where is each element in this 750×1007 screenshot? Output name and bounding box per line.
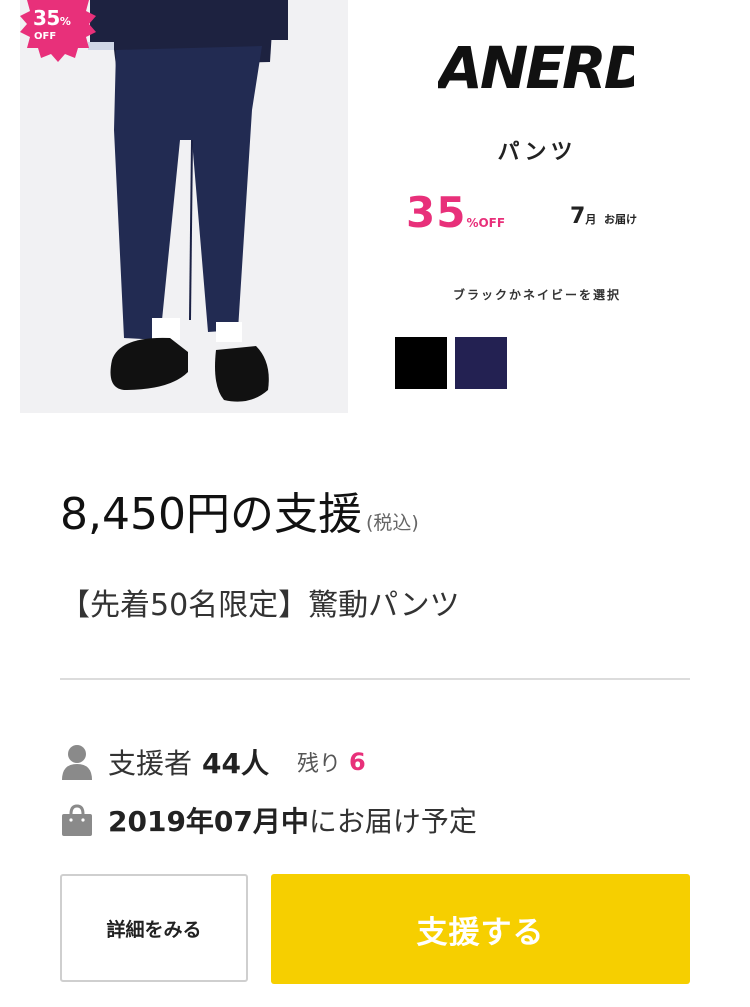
swatch-navy xyxy=(455,337,507,389)
shipping-suffix: にお届け予定 xyxy=(308,805,477,838)
delivery-month-mini: 7月 お届け xyxy=(570,204,637,229)
color-select-prompt: ブラックかネイビーを選択 xyxy=(452,288,621,302)
divider xyxy=(60,678,690,680)
remaining-count: 6 xyxy=(349,748,366,776)
backers-label: 支援者 xyxy=(108,747,193,780)
badge-off-label: OFF xyxy=(34,31,57,42)
product-type-label: パンツ xyxy=(497,140,577,165)
backers-row: 支援者 44人 残り 6 xyxy=(60,742,366,782)
support-button[interactable]: 支援する xyxy=(271,874,690,984)
product-photo: 35% OFF xyxy=(20,0,348,413)
shipping-date: 2019年07月中 xyxy=(108,805,309,838)
svg-text:ANERD: ANERD xyxy=(438,34,634,98)
reward-title: 【先着50名限定】驚動パンツ xyxy=(60,588,460,623)
person-icon xyxy=(62,745,92,780)
discount-percent: 35%OFF xyxy=(406,188,506,237)
brand-logo: ANERD xyxy=(438,34,634,98)
badge-percent: 35% xyxy=(33,6,71,30)
view-details-button[interactable]: 詳細をみる xyxy=(60,874,248,982)
price-value: 8,450円の支援 xyxy=(60,489,362,540)
backers-count: 44人 xyxy=(202,747,269,780)
product-hero-banner: 35% OFF ANERD パンツ 35%OFF 7月 お届け ブラックかネイビ… xyxy=(20,0,730,413)
shipping-row: 2019年07月中 にお届け予定 xyxy=(60,800,477,840)
support-price: 8,450円の支援 (税込) xyxy=(60,478,419,542)
remaining-label: 残り xyxy=(296,752,341,777)
tax-note: (税込) xyxy=(365,512,419,534)
swatch-black xyxy=(395,337,447,389)
shopping-bag-icon xyxy=(62,804,92,836)
